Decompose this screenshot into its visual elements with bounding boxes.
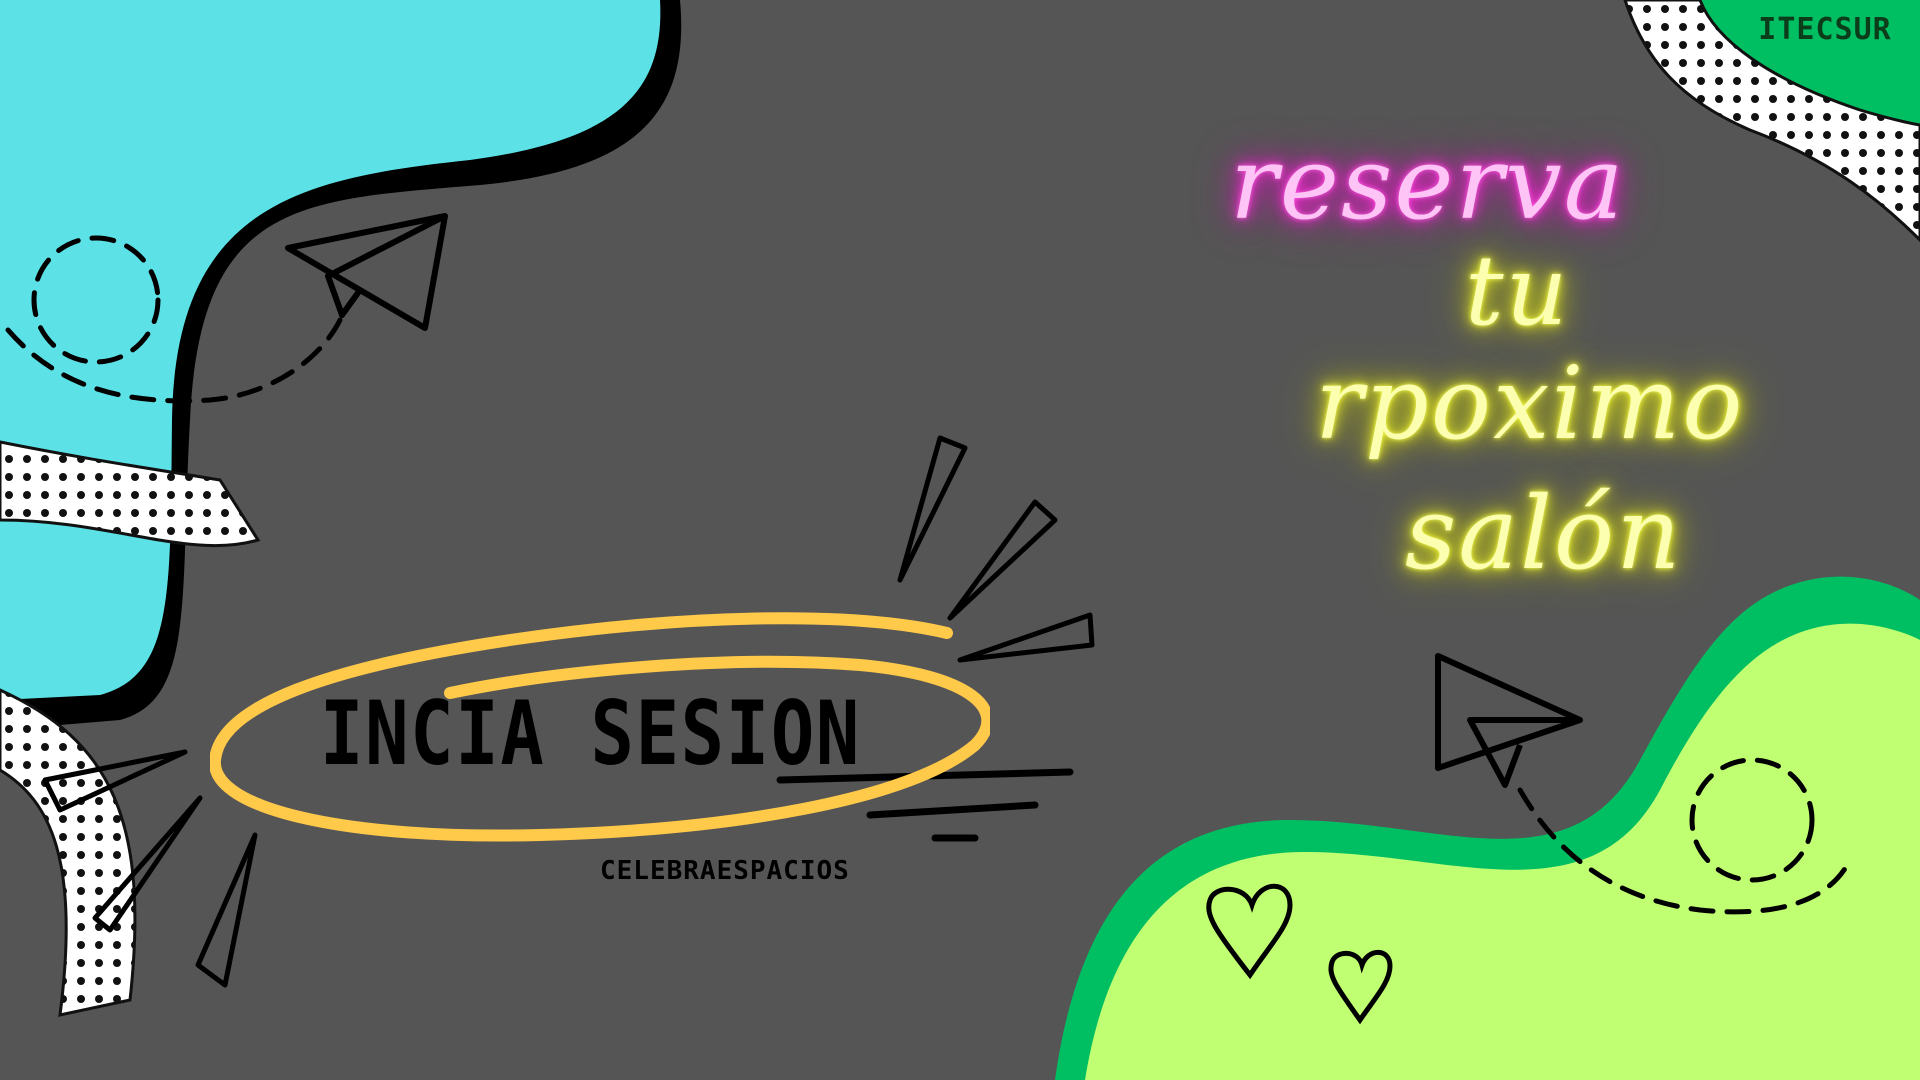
login-button-label: INCIA SESION [320, 682, 862, 785]
headline-line-4: salón [1405, 475, 1683, 592]
page-canvas: ITECSUR reserva tu rpoximo salón INCIA S… [0, 0, 1920, 1080]
paper-plane-icon [1435, 653, 1583, 788]
headline-line-1: reserva [1230, 125, 1626, 242]
paper-plane-icon [285, 213, 448, 331]
login-button[interactable]: INCIA SESION [210, 595, 990, 845]
headline-line-2: tu [1465, 235, 1570, 347]
green-blob-bottom-right [1055, 576, 1920, 1080]
brand-logo-text: ITECSUR [1758, 12, 1892, 47]
headline-line-3: rpoximo [1315, 345, 1745, 462]
dotted-ribbon-bottom-left [0, 688, 137, 1017]
subtitle-brand: CELEBRAESPACIOS [600, 856, 850, 886]
